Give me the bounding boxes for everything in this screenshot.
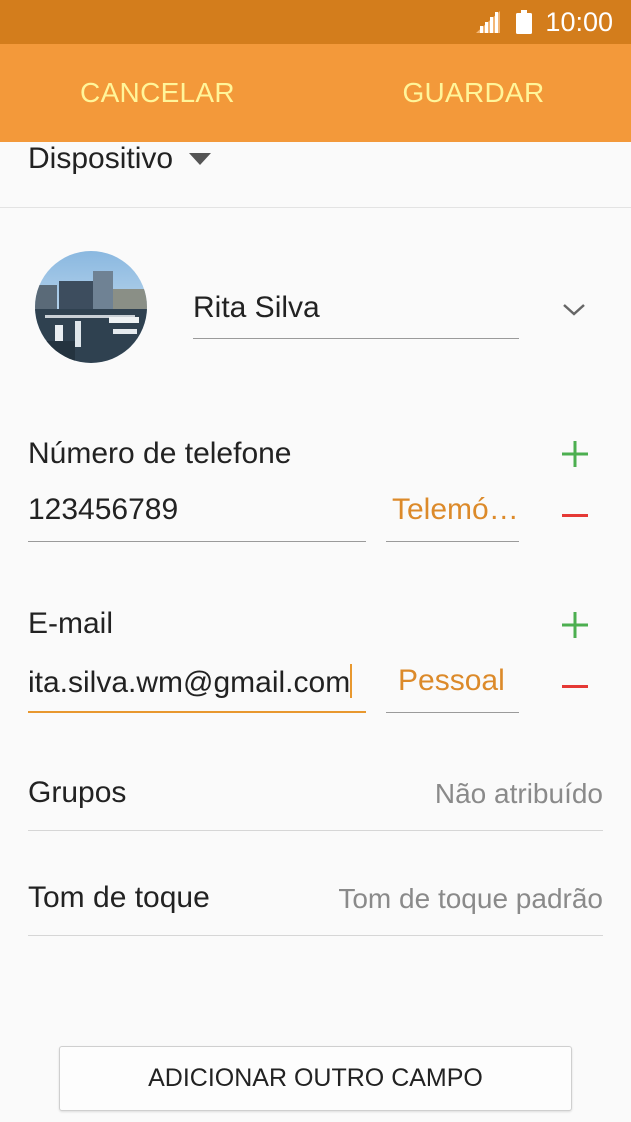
action-bar: CANCELAR GUARDAR — [0, 44, 631, 142]
chevron-down-icon[interactable] — [560, 300, 588, 318]
groups-row[interactable]: Grupos Não atribuído — [28, 776, 603, 831]
add-email-plus-icon[interactable] — [562, 612, 588, 638]
add-another-field-button[interactable]: ADICIONAR OUTRO CAMPO — [59, 1046, 572, 1111]
email-value: ita.silva.wm@gmail.com — [28, 666, 351, 699]
phone-section-label: Número de telefone — [28, 437, 292, 470]
ringtone-label: Tom de toque — [28, 881, 210, 914]
battery-icon — [516, 10, 532, 34]
remove-phone-minus-icon[interactable] — [562, 514, 588, 518]
dropdown-triangle-icon — [189, 153, 212, 165]
storage-location-dropdown[interactable]: Dispositivo — [28, 142, 212, 176]
ringtone-row[interactable]: Tom de toque Tom de toque padrão — [28, 881, 603, 936]
contact-photo-image — [35, 251, 147, 363]
phone-number-field[interactable]: 123456789 — [28, 493, 366, 542]
divider — [0, 207, 631, 208]
remove-email-minus-icon[interactable] — [562, 685, 588, 689]
status-bar: 10:00 — [0, 0, 631, 44]
signal-icon — [476, 11, 500, 33]
add-phone-plus-icon[interactable] — [562, 441, 588, 467]
text-cursor — [350, 664, 353, 698]
groups-value: Não atribuído — [434, 778, 603, 809]
email-field[interactable]: ita.silva.wm@gmail.com — [28, 664, 366, 713]
groups-label: Grupos — [28, 776, 127, 809]
name-field[interactable]: Rita Silva — [193, 288, 519, 339]
cancel-button[interactable]: CANCELAR — [0, 44, 315, 142]
save-button[interactable]: GUARDAR — [316, 44, 631, 142]
contact-photo[interactable] — [35, 251, 147, 363]
status-time: 10:00 — [545, 7, 613, 37]
ringtone-value: Tom de toque padrão — [338, 883, 603, 914]
email-section-label: E-mail — [28, 607, 114, 640]
storage-location-label: Dispositivo — [28, 142, 174, 175]
email-type-dropdown[interactable]: Pessoal — [386, 664, 519, 713]
phone-type-dropdown[interactable]: Telemó… — [386, 493, 519, 542]
